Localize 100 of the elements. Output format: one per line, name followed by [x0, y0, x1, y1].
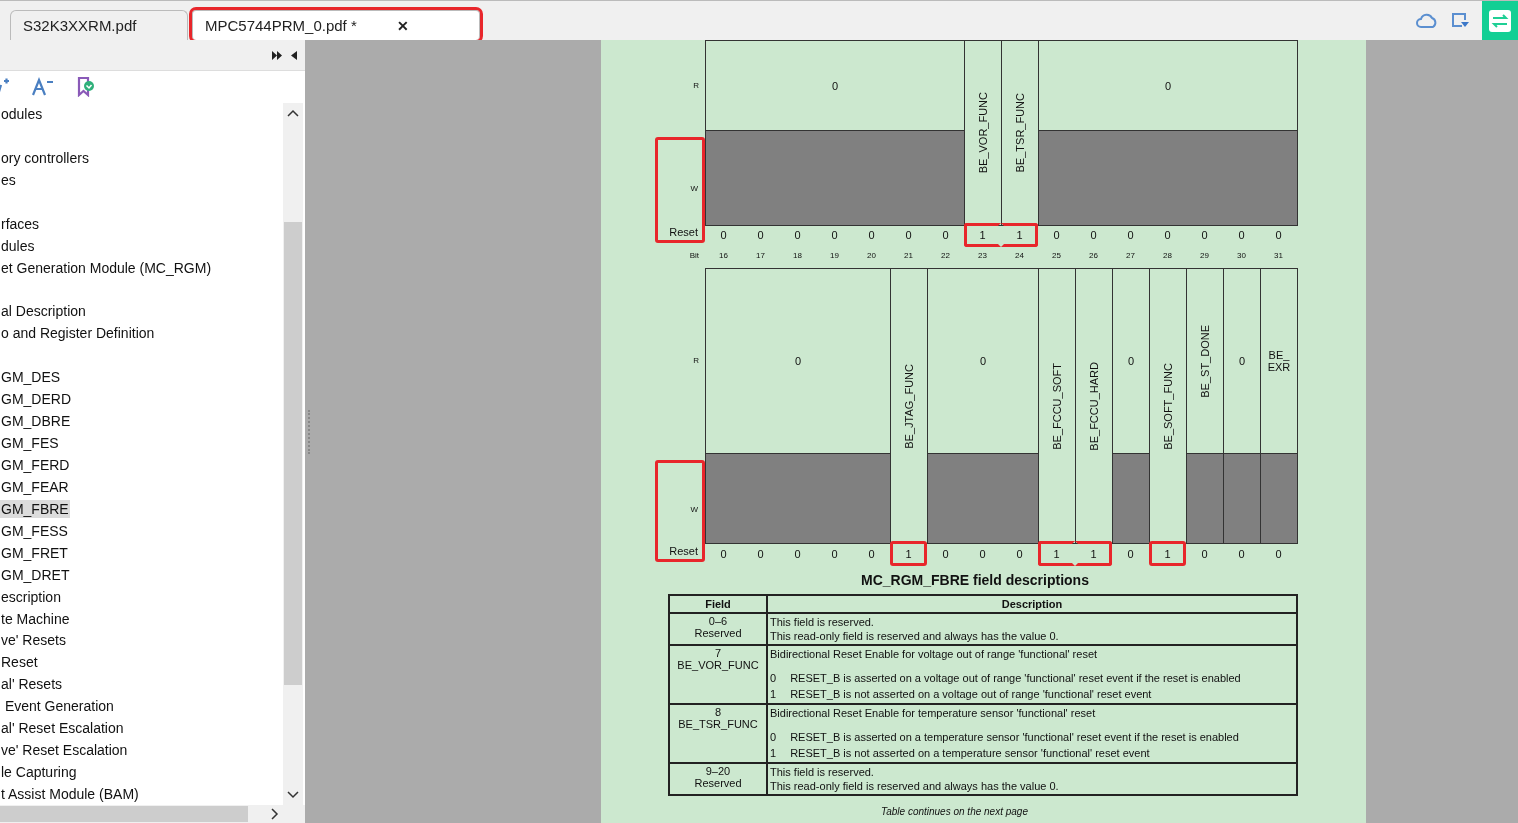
- reset-value: 0: [793, 546, 802, 562]
- outline-item[interactable]: GM_FERD: [0, 455, 71, 474]
- field-name: BE_EXR: [1266, 349, 1292, 373]
- reset-value: 0: [904, 228, 913, 243]
- table-footnote: Table continues on the next page: [881, 806, 1028, 817]
- bookmark-icon[interactable]: [76, 77, 96, 97]
- reset-value: 0: [1052, 228, 1061, 243]
- horizontal-scrollbar[interactable]: [0, 805, 305, 823]
- outline-item[interactable]: ve' Reset Escalation: [0, 741, 129, 760]
- row-label: R: [693, 356, 700, 365]
- document-tab[interactable]: MPC5744PRM_0.pdf * ✕: [192, 10, 480, 40]
- outline-item[interactable]: ory controllers: [0, 148, 90, 167]
- outline-item[interactable]: escription: [0, 587, 62, 606]
- outline-item[interactable]: dules: [0, 236, 36, 255]
- outline-item[interactable]: Reset: [0, 653, 39, 672]
- bit-number: 24: [1014, 251, 1025, 260]
- outline-item[interactable]: es: [0, 170, 17, 189]
- field-name: BE_ST_DONE: [1199, 324, 1211, 398]
- reset-value: 1: [1075, 541, 1112, 566]
- reset-value: 0: [1200, 228, 1209, 243]
- bit-number: 25: [1051, 251, 1062, 260]
- field-name: 0: [1127, 355, 1135, 367]
- scroll-right-icon[interactable]: [271, 808, 279, 820]
- field-name: BE_TSR_FUNC: [1014, 93, 1026, 173]
- outline-item[interactable]: al' Reset Escalation: [0, 719, 125, 738]
- outline-item[interactable]: GM_FRET: [0, 543, 69, 562]
- download-icon[interactable]: [1450, 11, 1470, 30]
- reset-value: 0: [1126, 546, 1135, 562]
- outline-item[interactable]: GM_FESS: [0, 521, 69, 540]
- field-name: 0: [1238, 355, 1246, 367]
- outline-item[interactable]: al' Resets: [0, 675, 64, 694]
- vertical-scrollbar[interactable]: [283, 103, 303, 805]
- outline-item[interactable]: GM_FEAR: [0, 477, 70, 496]
- reset-value: 0: [1237, 228, 1246, 243]
- row-label: W: [690, 503, 698, 516]
- bit-number: 22: [940, 251, 951, 260]
- reset-value: 0: [1274, 546, 1283, 562]
- outline-item[interactable]: GM_DBRE: [0, 412, 72, 431]
- outline-item[interactable]: GM_FBRE: [0, 499, 70, 518]
- row-label: Reset: [669, 226, 698, 240]
- table-cell: 0–6 Reserved: [669, 613, 767, 645]
- outline-item[interactable]: Event Generation: [0, 697, 115, 716]
- bit-number: 31: [1273, 251, 1284, 260]
- outline-item[interactable]: rfaces: [0, 214, 41, 233]
- reset-value: 1: [1001, 223, 1038, 247]
- reset-value: 0: [1274, 228, 1283, 243]
- reset-value: 1: [1149, 541, 1186, 566]
- bit-number: 27: [1125, 251, 1136, 260]
- outline-item[interactable]: t Assist Module (BAM): [0, 785, 140, 804]
- field-name: BE_FCCU_SOFT: [1051, 362, 1063, 450]
- table-cell: 7 BE_VOR_FUNC: [669, 645, 767, 704]
- outline-item[interactable]: o and Register Definition: [0, 324, 156, 343]
- close-icon[interactable]: ✕: [396, 17, 409, 34]
- field-name: 0: [794, 355, 802, 367]
- fast-forward-icon[interactable]: [272, 50, 283, 60]
- reset-value: 0: [830, 228, 839, 243]
- row-label: W: [690, 182, 698, 195]
- bit-number: 23: [977, 251, 988, 260]
- reset-value: 0: [978, 546, 987, 562]
- outline-item[interactable]: GM_DES: [0, 368, 62, 387]
- splitter-handle[interactable]: [308, 409, 312, 454]
- bit-number: 26: [1088, 251, 1099, 260]
- row-label: R: [693, 80, 700, 90]
- scroll-down-icon[interactable]: [287, 791, 299, 799]
- reset-value: 1: [1038, 541, 1075, 566]
- reset-value: 0: [756, 546, 765, 562]
- collapse-icon[interactable]: [291, 50, 297, 60]
- reset-value: 0: [719, 228, 728, 243]
- outline-item[interactable]: al Description: [0, 302, 87, 321]
- reset-value: 1: [890, 541, 927, 566]
- reset-value: 0: [719, 546, 728, 562]
- bit-number: 19: [829, 251, 840, 260]
- table-title: MC_RGM_FBRE field descriptions: [861, 572, 1089, 588]
- outline-item[interactable]: te Machine: [0, 609, 71, 628]
- outline-item[interactable]: et Generation Module (MC_RGM): [0, 258, 213, 277]
- outline-item[interactable]: GM_FES: [0, 434, 60, 453]
- reset-value: 0: [867, 546, 876, 562]
- reset-value: 1: [964, 223, 1001, 247]
- outline-item[interactable]: ve' Resets: [0, 631, 67, 650]
- outline-item[interactable]: GM_DERD: [0, 390, 72, 409]
- reset-value: 0: [1089, 228, 1098, 243]
- bit-number: 20: [866, 251, 877, 260]
- outline-item[interactable]: odules: [0, 104, 44, 123]
- column-header: Description: [767, 595, 1297, 613]
- bit-number: 21: [903, 251, 914, 260]
- table-cell: Bidirectional Reset Enable for voltage out of range 'functional' reset 0 RESET_B is asserted on a voltage out of range 'functional' reset event if the reset is enabled 1 RESET_B is not asserted on a voltage out of range 'functional' reset event: [767, 645, 1297, 704]
- font-decrease-icon[interactable]: [32, 77, 54, 97]
- cloud-icon[interactable]: [1416, 12, 1438, 29]
- outline-item[interactable]: le Capturing: [0, 763, 78, 782]
- swap-icon: [1488, 8, 1512, 33]
- field-name: 0: [831, 79, 839, 92]
- bit-number: 17: [755, 251, 766, 260]
- field-name: BE_VOR_FUNC: [977, 92, 989, 174]
- scroll-up-icon[interactable]: [287, 109, 299, 117]
- outline-item[interactable]: GM_DRET: [0, 565, 71, 584]
- bit-label: Bit: [688, 251, 700, 260]
- reset-value: 0: [941, 228, 950, 243]
- bit-number: 16: [718, 251, 729, 260]
- field-name: BE_JTAG_FUNC: [903, 363, 915, 449]
- table-cell: Bidirectional Reset Enable for temperature sensor 'functional' reset 0 RESET_B is asserted on a temperature sensor 'functional' reset event if the reset is enabled 1 RESET_B is not asserted on a temperature sensor 'functional' reset event: [767, 704, 1297, 763]
